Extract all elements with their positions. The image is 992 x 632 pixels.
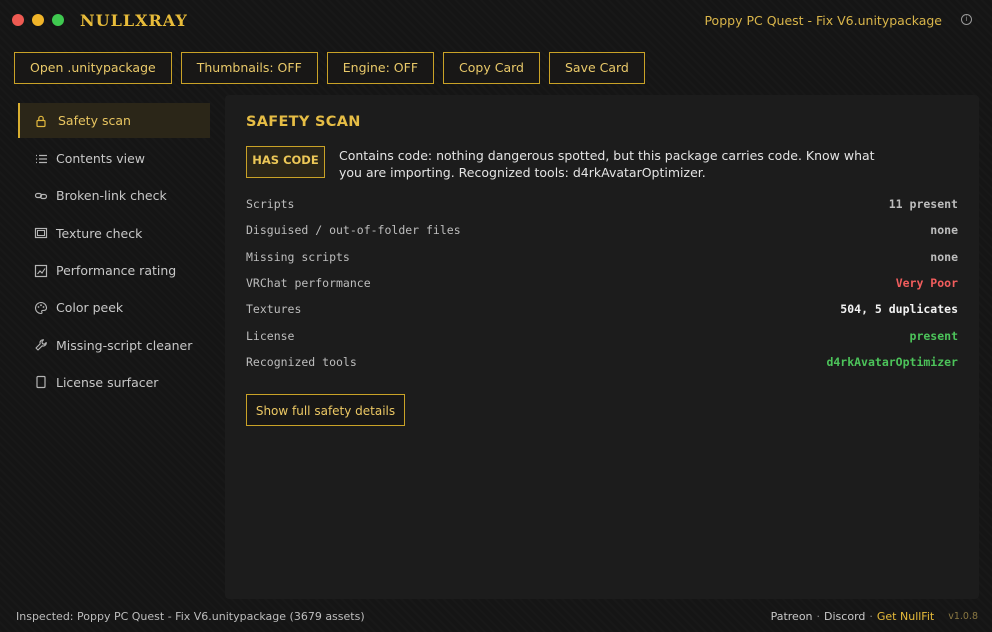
- scan-results: Scripts 11 present Disguised / out-of-fo…: [246, 191, 958, 375]
- result-row-recognized-tools: Recognized tools d4rkAvatarOptimizer: [246, 349, 958, 375]
- thumbnails-toggle-button[interactable]: Thumbnails: OFF: [180, 52, 318, 84]
- open-unitypackage-button[interactable]: Open .unitypackage: [14, 52, 172, 84]
- list-icon: [36, 154, 47, 163]
- separator: ·: [816, 610, 821, 623]
- inspected-status: Inspected: Poppy PC Quest - Fix V6.unity…: [16, 610, 365, 623]
- result-key: VRChat performance: [246, 276, 371, 291]
- link-icon: [34, 192, 48, 200]
- save-card-button[interactable]: Save Card: [548, 52, 645, 84]
- sidebar-item-missing-script-cleaner[interactable]: Missing-script cleaner: [18, 326, 210, 363]
- sidebar-item-license-surfacer[interactable]: License surfacer: [18, 364, 210, 401]
- lock-icon: [36, 115, 46, 127]
- sidebar-item-contents-view[interactable]: Contents view: [18, 140, 210, 177]
- minimize-window-button[interactable]: [32, 14, 44, 26]
- sidebar-item-label: Broken-link check: [56, 188, 167, 204]
- result-value: 11 present: [888, 197, 958, 212]
- panel-title: SAFETY SCAN: [246, 114, 361, 130]
- footer-links: Patreon · Discord · Get NullFit v1.0.8: [771, 610, 978, 623]
- chart-icon: [34, 264, 48, 277]
- sidebar-item-label: Contents view: [56, 151, 145, 167]
- engine-toggle-button[interactable]: Engine: OFF: [326, 52, 435, 84]
- maximize-window-button[interactable]: [52, 14, 64, 26]
- result-value: d4rkAvatarOptimizer: [826, 354, 958, 369]
- separator: ·: [869, 610, 873, 623]
- sidebar-item-texture-check[interactable]: Texture check: [18, 215, 210, 252]
- result-row-scripts: Scripts 11 present: [246, 191, 958, 217]
- sidebar-item-label: Color peek: [56, 300, 124, 316]
- wrench-icon: [35, 339, 47, 351]
- title-bar: NULLXRAY Poppy PC Quest - Fix V6.unitypa…: [0, 0, 992, 40]
- result-value: Very Poor: [895, 276, 958, 291]
- status-badge: HAS CODE: [246, 146, 325, 178]
- status-bar: Inspected: Poppy PC Quest - Fix V6.unity…: [0, 605, 992, 632]
- sidebar-item-safety-scan[interactable]: Safety scan: [18, 103, 210, 138]
- sidebar-item-label: Missing-script cleaner: [56, 337, 193, 353]
- sidebar-item-label: Performance rating: [56, 263, 177, 279]
- result-key: Textures: [246, 302, 302, 317]
- result-value: none: [930, 249, 958, 264]
- result-row-disguised-files: Disguised / out-of-folder files none: [246, 217, 958, 243]
- patreon-link[interactable]: Patreon: [771, 610, 813, 623]
- scan-summary: Contains code: nothing dangerous spotted…: [339, 148, 875, 180]
- show-full-safety-details-button[interactable]: Show full safety details: [246, 394, 405, 426]
- result-row-textures: Textures 504, 5 duplicates: [246, 296, 958, 322]
- sidebar-item-color-peek[interactable]: Color peek: [18, 289, 210, 326]
- result-row-missing-scripts: Missing scripts none: [246, 244, 958, 270]
- palette-icon: [35, 301, 48, 314]
- app-title: NULLXRAY: [80, 11, 188, 30]
- version-label: v1.0.8: [948, 611, 978, 622]
- result-key: License: [246, 328, 295, 343]
- result-key: Scripts: [246, 197, 295, 212]
- image-frame-icon: [34, 228, 48, 239]
- result-key: Missing scripts: [246, 249, 350, 264]
- result-value: none: [930, 223, 958, 238]
- result-value: 504, 5 duplicates: [840, 302, 958, 317]
- document-icon: [36, 376, 46, 389]
- result-value: present: [909, 328, 958, 343]
- sidebar-item-label: License surfacer: [56, 374, 159, 390]
- sidebar-item-broken-link-check[interactable]: Broken-link check: [18, 177, 210, 214]
- toolbar: Open .unitypackage Thumbnails: OFF Engin…: [14, 52, 645, 84]
- file-title: Poppy PC Quest - Fix V6.unitypackage: [704, 13, 942, 28]
- sidebar-item-label: Safety scan: [58, 113, 131, 128]
- result-row-vrchat-performance: VRChat performance Very Poor: [246, 270, 958, 296]
- get-nullfit-link[interactable]: Get NullFit: [877, 610, 934, 623]
- sidebar: Safety scan Contents view Broken-link ch…: [18, 103, 210, 401]
- result-key: Recognized tools: [246, 354, 357, 369]
- discord-link[interactable]: Discord: [824, 610, 865, 623]
- close-window-button[interactable]: [12, 14, 24, 26]
- result-row-license: License present: [246, 322, 958, 348]
- sidebar-item-performance-rating[interactable]: Performance rating: [18, 252, 210, 289]
- safety-scan-panel: SAFETY SCAN HAS CODE Contains code: noth…: [225, 95, 979, 599]
- result-key: Disguised / out-of-folder files: [246, 223, 461, 238]
- sidebar-item-label: Texture check: [56, 225, 143, 241]
- info-icon[interactable]: i: [961, 14, 972, 25]
- copy-card-button[interactable]: Copy Card: [443, 52, 540, 84]
